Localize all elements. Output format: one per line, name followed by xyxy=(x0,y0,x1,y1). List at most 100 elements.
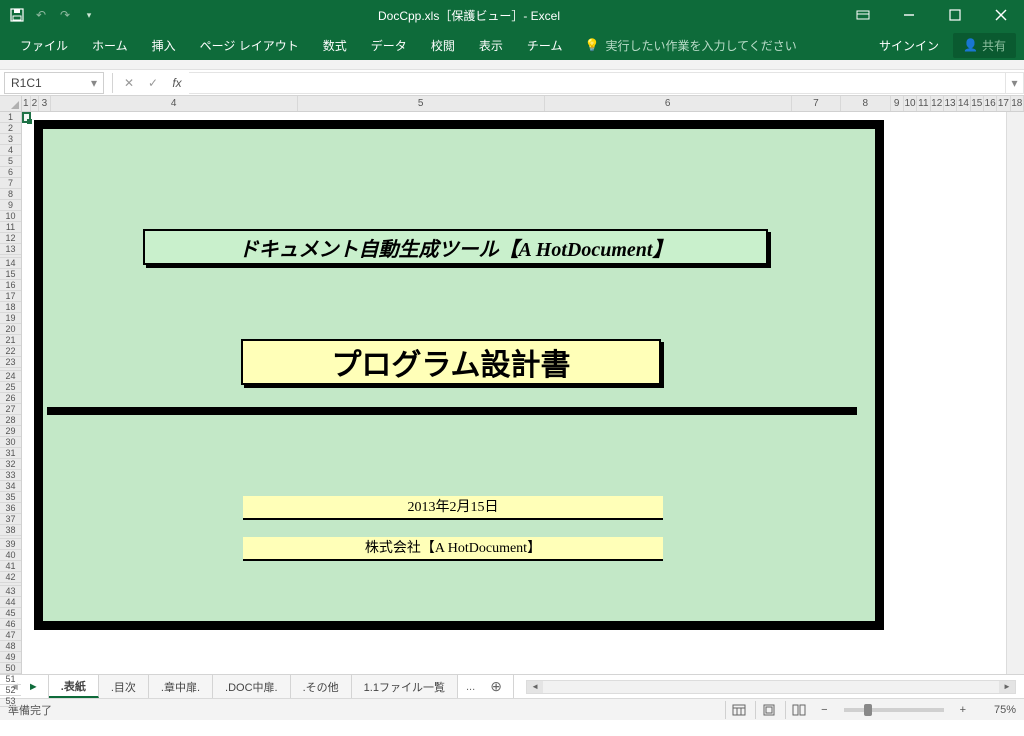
cancel-formula-icon[interactable]: ✕ xyxy=(117,72,141,94)
row-header[interactable]: 39 xyxy=(0,539,21,550)
row-header[interactable]: 40 xyxy=(0,550,21,561)
tab-pagelayout[interactable]: ページ レイアウト xyxy=(188,30,311,60)
tab-file[interactable]: ファイル xyxy=(8,30,80,60)
row-header[interactable]: 49 xyxy=(0,652,21,663)
row-header[interactable]: 17 xyxy=(0,291,21,302)
tab-data[interactable]: データ xyxy=(359,30,419,60)
row-header[interactable]: 5 xyxy=(0,156,21,167)
row-header[interactable]: 48 xyxy=(0,641,21,652)
row-header[interactable]: 43 xyxy=(0,586,21,597)
row-header[interactable]: 12 xyxy=(0,233,21,244)
col-header[interactable]: 3 xyxy=(39,96,50,111)
row-header[interactable]: 50 xyxy=(0,663,21,674)
row-header[interactable]: 20 xyxy=(0,324,21,335)
col-header[interactable]: 6 xyxy=(545,96,792,111)
row-header[interactable]: 51 xyxy=(0,674,21,685)
tab-home[interactable]: ホーム xyxy=(80,30,140,60)
row-header[interactable]: 6 xyxy=(0,167,21,178)
tab-view[interactable]: 表示 xyxy=(467,30,515,60)
row-header[interactable]: 27 xyxy=(0,404,21,415)
row-header[interactable]: 18 xyxy=(0,302,21,313)
row-headers[interactable]: 1234567891011121314151617181920212223242… xyxy=(0,96,22,674)
maximize-button[interactable] xyxy=(932,0,978,30)
signin-link[interactable]: サインイン xyxy=(879,37,939,54)
row-header[interactable]: 47 xyxy=(0,630,21,641)
tab-review[interactable]: 校閲 xyxy=(419,30,467,60)
row-header[interactable]: 16 xyxy=(0,280,21,291)
hscroll-right-icon[interactable]: ► xyxy=(999,681,1015,693)
sheet-canvas[interactable]: ドキュメント自動生成ツール【A HotDocument】 プログラム設計書 20… xyxy=(22,112,1006,674)
fx-icon[interactable]: fx xyxy=(165,72,189,94)
zoom-level[interactable]: 75% xyxy=(976,704,1016,716)
row-header[interactable]: 31 xyxy=(0,448,21,459)
zoom-in-button[interactable]: + xyxy=(954,704,972,716)
row-header[interactable]: 19 xyxy=(0,313,21,324)
row-header[interactable]: 52 xyxy=(0,685,21,696)
close-button[interactable] xyxy=(978,0,1024,30)
row-header[interactable]: 33 xyxy=(0,470,21,481)
row-header[interactable]: 35 xyxy=(0,492,21,503)
select-all-corner[interactable] xyxy=(0,96,22,112)
col-header[interactable]: 15 xyxy=(971,96,984,111)
col-header[interactable]: 8 xyxy=(841,96,890,111)
row-header[interactable]: 7 xyxy=(0,178,21,189)
row-header[interactable]: 38 xyxy=(0,525,21,536)
row-header[interactable]: 3 xyxy=(0,134,21,145)
row-header[interactable]: 13 xyxy=(0,244,21,255)
row-header[interactable]: 25 xyxy=(0,382,21,393)
row-header[interactable]: 2 xyxy=(0,123,21,134)
sheet-tab-2[interactable]: .章中扉. xyxy=(149,675,213,698)
col-header[interactable]: 10 xyxy=(904,96,917,111)
row-header[interactable]: 11 xyxy=(0,222,21,233)
col-header[interactable]: 14 xyxy=(957,96,970,111)
row-header[interactable]: 22 xyxy=(0,346,21,357)
vertical-scrollbar[interactable] xyxy=(1006,112,1024,674)
row-header[interactable]: 4 xyxy=(0,145,21,156)
zoom-slider[interactable] xyxy=(844,708,944,712)
row-header[interactable]: 1 xyxy=(0,112,21,123)
row-header[interactable]: 34 xyxy=(0,481,21,492)
row-header[interactable]: 44 xyxy=(0,597,21,608)
col-header[interactable]: 17 xyxy=(997,96,1010,111)
col-header[interactable]: 7 xyxy=(792,96,841,111)
col-header[interactable]: 9 xyxy=(891,96,904,111)
row-header[interactable]: 21 xyxy=(0,335,21,346)
row-header[interactable]: 26 xyxy=(0,393,21,404)
col-header[interactable]: 1 xyxy=(22,96,31,111)
enter-formula-icon[interactable]: ✓ xyxy=(141,72,165,94)
share-button[interactable]: 👤 共有 xyxy=(953,33,1016,58)
save-icon[interactable] xyxy=(8,6,26,24)
column-headers[interactable]: 123456789101112131415161718 xyxy=(22,96,1024,112)
formula-input[interactable] xyxy=(189,72,1006,94)
qat-customize-icon[interactable]: ▾ xyxy=(80,6,98,24)
redo-icon[interactable]: ↷ xyxy=(56,6,74,24)
name-box[interactable]: R1C1 ▾ xyxy=(4,72,104,94)
sheet-tabs-more[interactable]: ... xyxy=(458,681,483,693)
row-header[interactable]: 30 xyxy=(0,437,21,448)
row-header[interactable]: 28 xyxy=(0,415,21,426)
sheet-tab-0[interactable]: .表紙 xyxy=(49,675,99,698)
row-header[interactable]: 8 xyxy=(0,189,21,200)
horizontal-scrollbar[interactable]: ◄ ► xyxy=(526,680,1016,694)
view-pagebreak-icon[interactable] xyxy=(785,701,811,719)
ribbon-display-icon[interactable] xyxy=(840,0,886,30)
view-normal-icon[interactable] xyxy=(725,701,751,719)
formula-expand-icon[interactable]: ▾ xyxy=(1006,72,1024,94)
col-header[interactable]: 11 xyxy=(917,96,930,111)
sheet-nav-next-icon[interactable]: ► xyxy=(25,681,42,693)
col-header[interactable]: 5 xyxy=(298,96,545,111)
undo-icon[interactable]: ↶ xyxy=(32,6,50,24)
sheet-tab-4[interactable]: .その他 xyxy=(291,675,352,698)
sheet-tab-3[interactable]: .DOC中扉. xyxy=(213,675,291,698)
row-header[interactable]: 36 xyxy=(0,503,21,514)
sheet-tab-1[interactable]: .目次 xyxy=(99,675,149,698)
hscroll-left-icon[interactable]: ◄ xyxy=(527,681,543,693)
row-header[interactable]: 45 xyxy=(0,608,21,619)
row-header[interactable]: 29 xyxy=(0,426,21,437)
row-header[interactable]: 46 xyxy=(0,619,21,630)
row-header[interactable]: 37 xyxy=(0,514,21,525)
row-header[interactable]: 23 xyxy=(0,357,21,368)
row-header[interactable]: 15 xyxy=(0,269,21,280)
col-header[interactable]: 16 xyxy=(984,96,997,111)
chevron-down-icon[interactable]: ▾ xyxy=(91,76,97,90)
